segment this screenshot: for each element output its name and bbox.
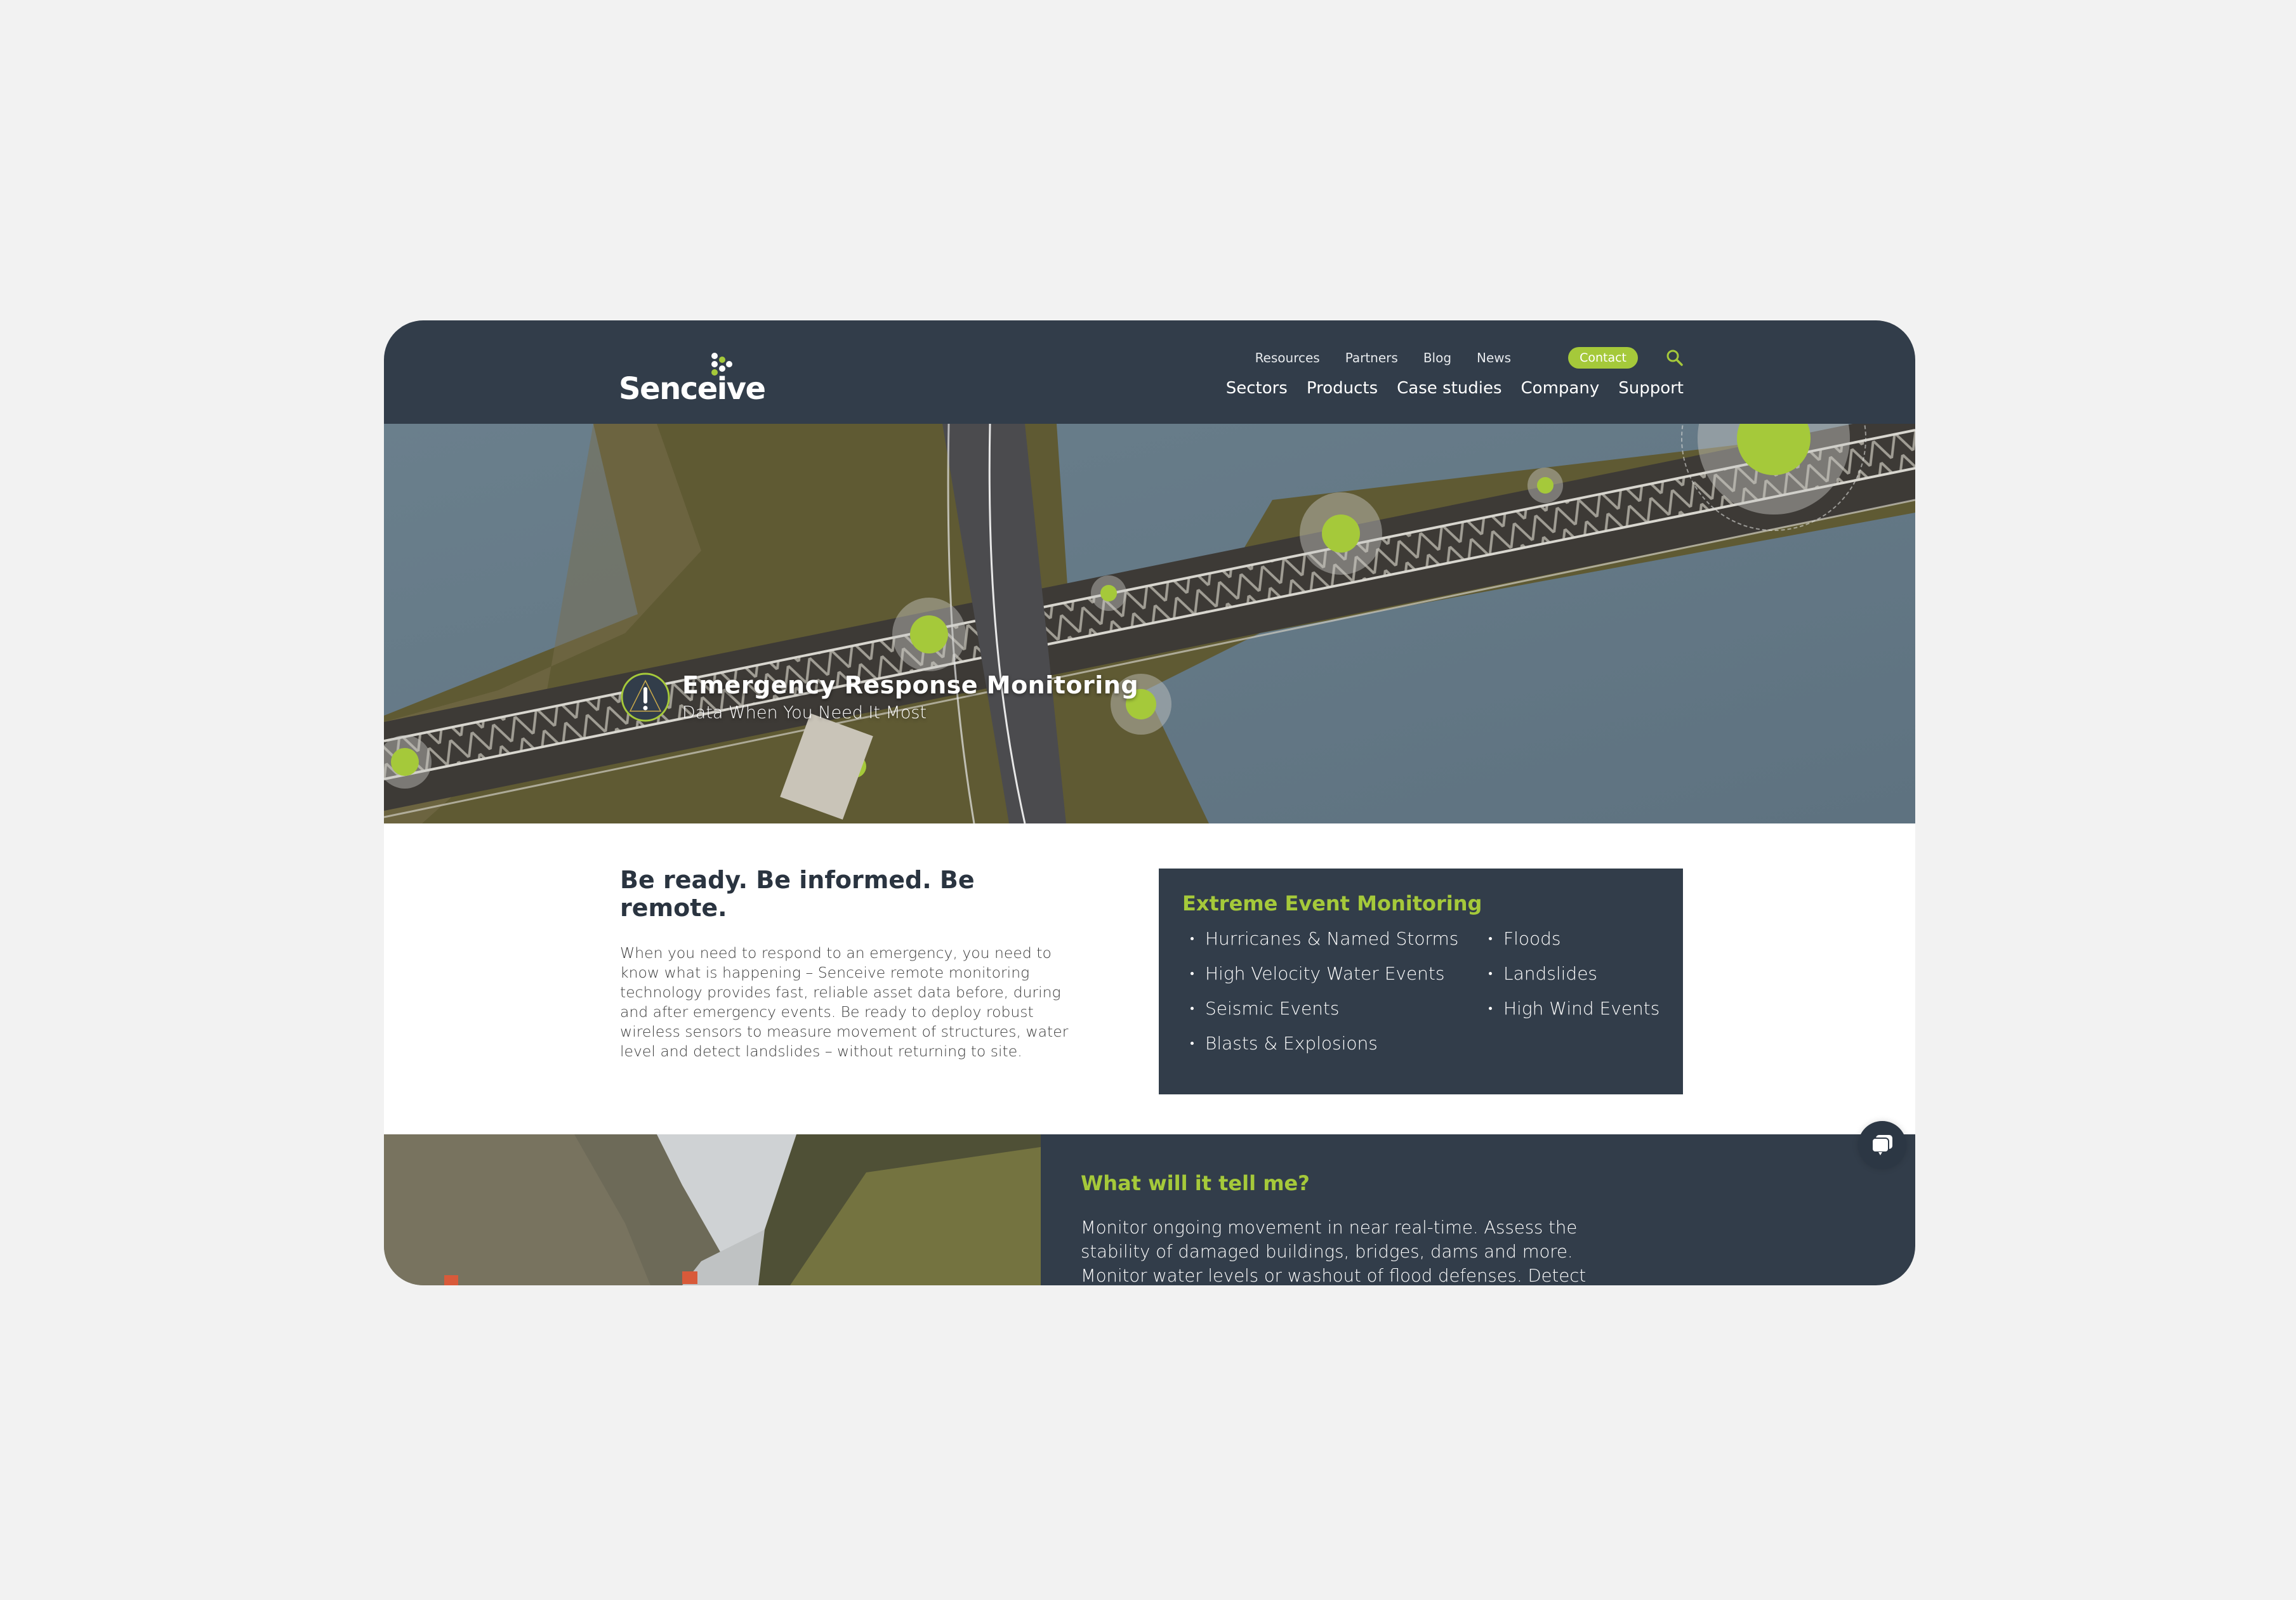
nav-link-resources[interactable]: Resources [1255, 350, 1320, 365]
extreme-event-monitoring-box: Extreme Event Monitoring Hurricanes & Na… [1159, 869, 1683, 1094]
landslide-road-photo [384, 1134, 1041, 1285]
extreme-events-heading: Extreme Event Monitoring [1182, 891, 1482, 915]
nav-link-sectors[interactable]: Sectors [1226, 379, 1288, 398]
intro-body: When you need to respond to an emergency… [620, 944, 1069, 1060]
hero-aerial-image [384, 424, 1915, 823]
intro-heading: Be ready. Be informed. Be remote. [620, 866, 975, 922]
list-item-label: Seismic Events [1205, 998, 1340, 1019]
forest-road-image [384, 1134, 1041, 1285]
page-card: Senceive Resources Partners Blog News Co… [384, 320, 1915, 1285]
list-item: High Wind Events [1481, 998, 1690, 1019]
what-will-it-tell-me-body: Monitor ongoing movement in near real-ti… [1081, 1217, 1587, 1285]
list-item-label: Landslides [1503, 963, 1598, 984]
hero-banner: Emergency Response Monitoring Data When … [384, 424, 1915, 823]
contact-button[interactable]: Contact [1568, 347, 1638, 369]
list-item-label: High Wind Events [1503, 998, 1660, 1019]
list-item: Seismic Events [1182, 998, 1481, 1019]
nav-link-support[interactable]: Support [1618, 379, 1684, 398]
warning-triangle-icon [621, 672, 670, 721]
nav-link-company[interactable]: Company [1521, 379, 1600, 398]
bullet-icon [1191, 937, 1194, 940]
nav-link-news[interactable]: News [1477, 350, 1511, 365]
list-item: Landslides [1481, 963, 1690, 984]
search-icon[interactable] [1666, 349, 1684, 367]
nav-link-blog[interactable]: Blog [1423, 350, 1451, 365]
list-item-label: Floods [1503, 928, 1561, 949]
nav-link-partners[interactable]: Partners [1345, 350, 1398, 365]
nav-link-case-studies[interactable]: Case studies [1397, 379, 1501, 398]
utility-nav: Resources Partners Blog News Contact [1255, 347, 1684, 369]
chat-bubbles-icon [1871, 1135, 1892, 1155]
list-item: Hurricanes & Named Storms [1182, 928, 1481, 949]
bullet-icon [1191, 1007, 1194, 1010]
extreme-events-list: Hurricanes & Named Storms Floods High Ve… [1182, 928, 1683, 1054]
site-header: Senceive Resources Partners Blog News Co… [384, 320, 1915, 424]
chat-button[interactable] [1858, 1121, 1906, 1169]
list-item: Blasts & Explosions [1182, 1033, 1481, 1054]
main-nav: Sectors Products Case studies Company Su… [1226, 379, 1684, 398]
list-item-label: High Velocity Water Events [1205, 963, 1445, 984]
senceive-logo[interactable]: Senceive [619, 352, 771, 407]
what-will-it-tell-me-heading: What will it tell me? [1081, 1171, 1310, 1195]
logo-wordmark: Senceive [619, 371, 766, 407]
bullet-icon [1489, 972, 1492, 975]
bullet-icon [1191, 972, 1194, 975]
list-item: High Velocity Water Events [1182, 963, 1481, 984]
list-item: Floods [1481, 928, 1690, 949]
what-will-it-tell-me-section: What will it tell me? Monitor ongoing mo… [1041, 1134, 1915, 1285]
hero-heading-group: Emergency Response Monitoring Data When … [620, 671, 1138, 723]
bullet-icon [1191, 1042, 1194, 1045]
bullet-icon [1489, 937, 1492, 940]
list-item-label: Blasts & Explosions [1205, 1033, 1378, 1054]
nav-link-products[interactable]: Products [1307, 379, 1378, 398]
list-item-label: Hurricanes & Named Storms [1205, 928, 1459, 949]
bullet-icon [1489, 1007, 1492, 1010]
intro-section: Be ready. Be informed. Be remote. When y… [620, 866, 1090, 1061]
hero-subtitle: Data When You Need It Most [682, 703, 927, 723]
hero-title: Emergency Response Monitoring [682, 671, 1139, 699]
